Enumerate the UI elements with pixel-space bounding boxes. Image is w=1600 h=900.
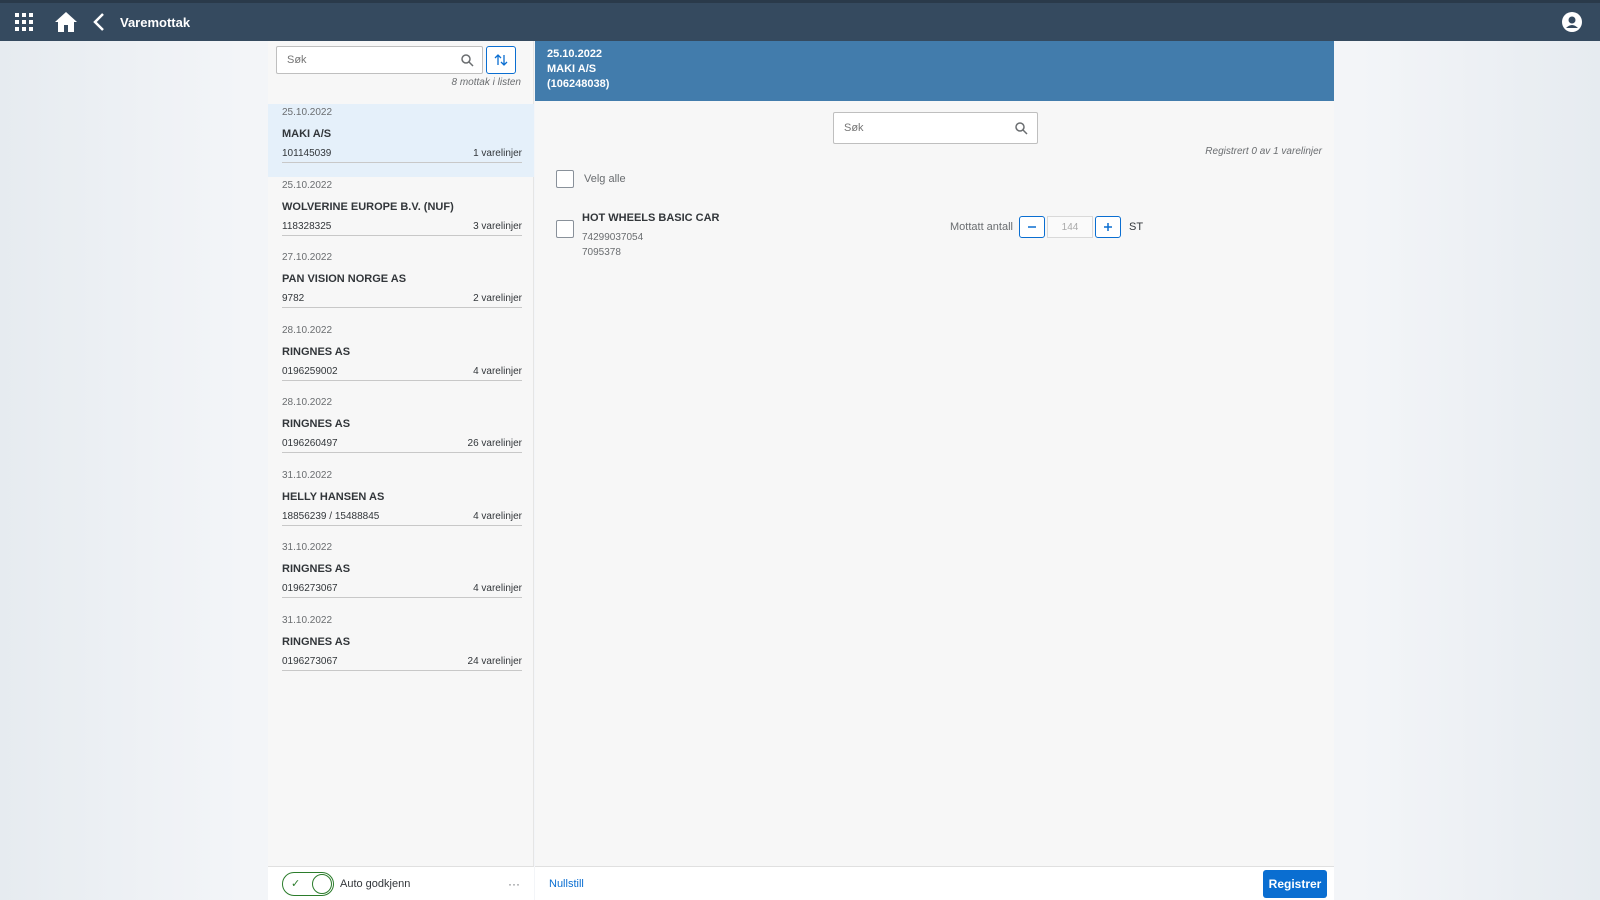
item-date: 28.10.2022 — [282, 324, 333, 336]
item-date: 31.10.2022 — [282, 614, 333, 626]
item-date: 25.10.2022 — [282, 179, 333, 191]
user-icon[interactable] — [1558, 3, 1586, 41]
detail-footer: Nullstill Registrer — [535, 866, 1334, 900]
item-ref: 0196273067 — [282, 655, 338, 667]
detail-panel: 25.10.2022 MAKI A/S (106248038) Registre… — [535, 41, 1334, 900]
item-date: 31.10.2022 — [282, 469, 333, 481]
line-item-number: 7095378 — [582, 247, 621, 258]
grid-icon[interactable] — [0, 3, 48, 41]
search-icon[interactable] — [1015, 122, 1028, 135]
item-ref: 0196273067 — [282, 583, 338, 594]
sort-icon — [494, 54, 508, 66]
list-item[interactable]: 25.10.2022 WOLVERINE EUROPE B.V. (NUF) 1… — [268, 177, 534, 250]
item-ref: 101145039 — [282, 148, 332, 159]
item-name: RINGNES AS — [282, 418, 351, 430]
auto-approve-toggle[interactable]: ✓ — [282, 871, 334, 896]
item-lines: 2 varelinjer — [473, 293, 522, 304]
list-item[interactable]: 25.10.2022 MAKI A/S 101145039 1 varelinje… — [268, 104, 534, 177]
select-all[interactable]: Velg alle — [556, 170, 626, 188]
list-item[interactable]: 31.10.2022 RINGNES AS 0196273067 4 vareli… — [268, 539, 534, 612]
item-lines: 4 varelinjer — [473, 510, 522, 522]
master-search-row — [276, 46, 516, 74]
sort-button[interactable] — [486, 46, 516, 74]
item-ref: 0196259002 — [282, 365, 338, 377]
item-date: 25.10.2022 — [282, 107, 333, 118]
master-panel: 8 mottak i listen 25.10.2022 MAKI A/S 10… — [268, 41, 534, 900]
increment-button[interactable] — [1094, 216, 1121, 238]
select-all-label: Velg alle — [584, 173, 626, 185]
app-title: Varemottak — [120, 14, 191, 30]
item-name: RINGNES AS — [282, 635, 351, 648]
line-item-checkbox[interactable] — [556, 220, 574, 238]
header-date: 25.10.2022 — [547, 48, 603, 60]
master-search-input[interactable] — [277, 47, 452, 73]
item-name: PAN VISION NORGE AS — [282, 273, 407, 285]
list-item[interactable]: 28.10.2022 RINGNES AS 0196259002 4 vareli… — [268, 322, 534, 395]
item-ref: 0196260497 — [282, 438, 338, 449]
list-item[interactable]: 27.10.2022 PAN VISION NORGE AS 9782 2 var… — [268, 249, 534, 322]
registered-status: Registrert 0 av 1 varelinjer — [1205, 146, 1322, 157]
item-name: WOLVERINE EUROPE B.V. (NUF) — [282, 200, 454, 213]
item-name: RINGNES AS — [282, 563, 351, 575]
item-date: 31.10.2022 — [282, 542, 333, 553]
quantity-input[interactable] — [1046, 216, 1093, 238]
reset-link[interactable]: Nullstill — [549, 878, 584, 890]
detail-search[interactable] — [833, 112, 1038, 144]
home-icon[interactable] — [48, 3, 84, 41]
item-date: 27.10.2022 — [282, 252, 333, 263]
item-lines: 4 varelinjer — [473, 365, 522, 377]
quantity-label: Mottatt antall — [950, 221, 1013, 233]
toggle-knob — [312, 873, 332, 894]
back-icon[interactable] — [84, 3, 114, 41]
quantity-unit: ST — [1128, 221, 1144, 233]
item-lines: 26 varelinjer — [467, 438, 522, 449]
line-item-ean: 74299037054 — [582, 232, 644, 243]
header-ref: (106248038) — [547, 78, 610, 90]
item-name: MAKI A/S — [282, 128, 332, 140]
shell-bar: Varemottak — [0, 0, 1600, 41]
list-item[interactable]: 28.10.2022 RINGNES AS 0196260497 26 varel… — [268, 394, 534, 467]
line-item-name: HOT WHEELS BASIC CAR — [582, 212, 720, 224]
select-all-checkbox[interactable] — [556, 170, 574, 188]
item-name: HELLY HANSEN AS — [282, 490, 385, 503]
list-item[interactable]: 31.10.2022 RINGNES AS 0196273067 24 varel… — [268, 612, 534, 685]
header-name: MAKI A/S — [547, 63, 597, 75]
item-lines: 1 varelinjer — [473, 148, 522, 159]
item-ref: 9782 — [282, 293, 305, 304]
receipt-list: 25.10.2022 MAKI A/S 101145039 1 varelinje… — [268, 104, 534, 684]
item-lines: 3 varelinjer — [473, 220, 522, 232]
search-icon[interactable] — [461, 54, 474, 67]
list-item[interactable]: 31.10.2022 HELLY HANSEN AS 18856239 / 15… — [268, 467, 534, 540]
item-name: RINGNES AS — [282, 345, 351, 358]
register-button[interactable]: Registrer — [1263, 870, 1327, 898]
decrement-button[interactable] — [1018, 216, 1045, 238]
list-count: 8 mottak i listen — [451, 77, 521, 88]
master-search[interactable] — [276, 46, 483, 74]
detail-search-input[interactable] — [834, 113, 1004, 143]
item-date: 28.10.2022 — [282, 397, 333, 408]
more-icon[interactable]: ··· — [508, 877, 520, 891]
auto-approve-label: Auto godkjenn — [340, 877, 411, 890]
plus-icon — [1103, 223, 1112, 231]
check-icon: ✓ — [291, 878, 301, 890]
line-item: HOT WHEELS BASIC CAR 74299037054 7095378… — [556, 212, 1316, 262]
minus-icon — [1027, 226, 1036, 228]
item-ref: 118328325 — [282, 220, 332, 232]
master-footer: ✓ Auto godkjenn ··· — [268, 866, 534, 900]
item-lines: 24 varelinjer — [467, 655, 522, 667]
item-ref: 18856239 / 15488845 — [282, 510, 380, 522]
detail-header: 25.10.2022 MAKI A/S (106248038) — [535, 41, 1334, 101]
item-lines: 4 varelinjer — [473, 583, 522, 594]
quantity-stepper: Mottatt antall ST — [950, 216, 1143, 238]
